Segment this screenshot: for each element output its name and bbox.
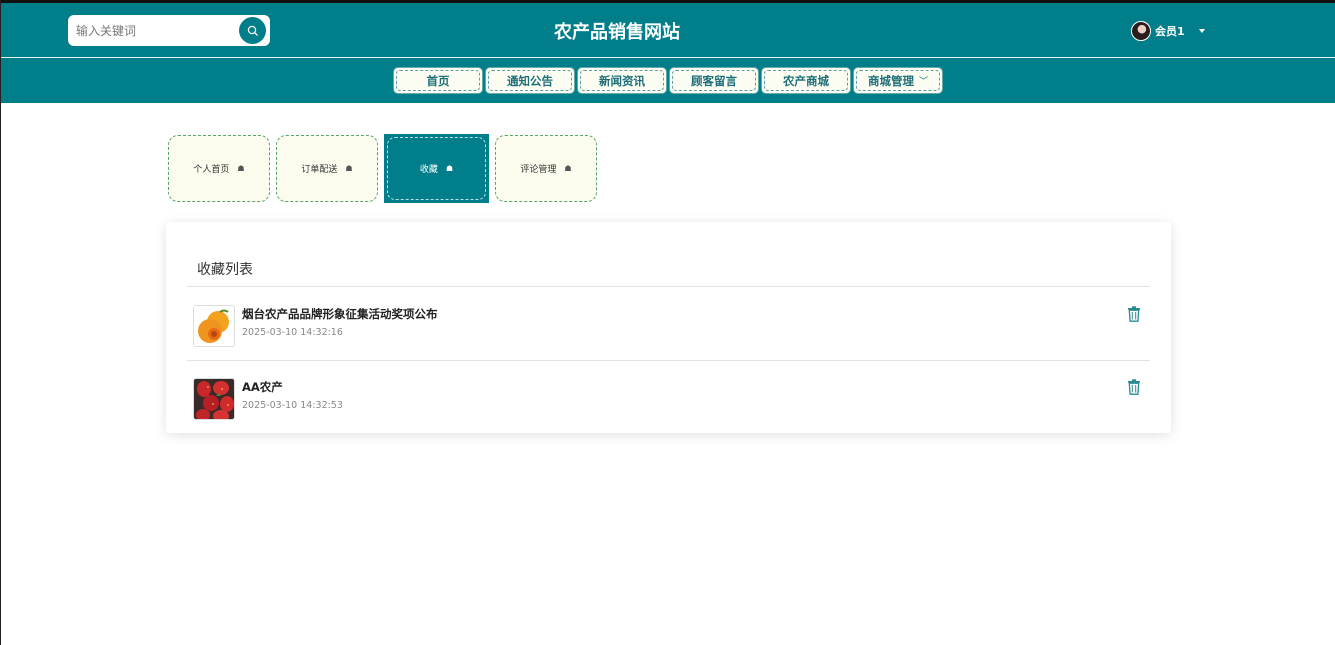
nav-item-label: 商城管理 xyxy=(867,73,914,88)
site-header: 农产品销售网站 会员1 xyxy=(1,3,1335,57)
divider xyxy=(187,360,1150,361)
tab-orders[interactable]: 订单配送 ☗ xyxy=(276,135,378,202)
list-item[interactable]: AA农产 2025-03-10 14:32:53 xyxy=(187,378,1150,442)
user-name[interactable]: 会员1 xyxy=(1155,23,1185,39)
favorite-time: 2025-03-10 14:32:16 xyxy=(242,327,343,338)
divider xyxy=(187,286,1150,287)
tab-comments[interactable]: 评论管理 ☗ xyxy=(495,135,597,202)
user-center-tabs: 个人首页 ☗ 订单配送 ☗ 收藏 ☗ 评论管理 ☗ xyxy=(168,134,603,203)
home-icon: ☗ xyxy=(345,164,353,173)
user-menu[interactable]: 会员1 xyxy=(1131,20,1205,42)
product-thumbnail[interactable] xyxy=(193,305,235,347)
favorite-name[interactable]: AA农产 xyxy=(242,379,283,395)
tab-label: 个人首页 xyxy=(193,165,230,175)
nav-item-label: 顾客留言 xyxy=(691,73,737,88)
nav-item-label: 新闻资讯 xyxy=(599,73,645,88)
nav-list: 首页 通知公告 新闻资讯 顾客留言 农产商城 商城管理 ﹀ xyxy=(393,67,945,94)
favorites-title: 收藏列表 xyxy=(197,262,253,278)
nav-item-notice[interactable]: 通知公告 xyxy=(485,67,575,94)
nav-item-shop-admin[interactable]: 商城管理 ﹀ xyxy=(853,67,943,94)
product-thumbnail[interactable] xyxy=(193,378,235,420)
tab-label: 订单配送 xyxy=(301,165,338,175)
main-navbar: 首页 通知公告 新闻资讯 顾客留言 农产商城 商城管理 ﹀ xyxy=(1,58,1335,103)
nav-item-label: 通知公告 xyxy=(507,73,553,88)
caret-down-icon[interactable] xyxy=(1198,29,1205,33)
apricot-image xyxy=(194,306,234,346)
tab-favorites[interactable]: 收藏 ☗ xyxy=(384,134,489,203)
nav-item-shop[interactable]: 农产商城 xyxy=(761,67,851,94)
strawberry-image xyxy=(194,379,234,419)
favorite-time: 2025-03-10 14:32:53 xyxy=(242,400,343,411)
nav-item-messages[interactable]: 顾客留言 xyxy=(669,67,759,94)
favorite-name[interactable]: 烟台农产品品牌形象征集活动奖项公布 xyxy=(242,306,438,322)
tab-profile[interactable]: 个人首页 ☗ xyxy=(168,135,270,202)
tab-label: 评论管理 xyxy=(520,165,557,175)
tab-label: 收藏 xyxy=(419,165,438,175)
home-icon: ☗ xyxy=(237,164,245,173)
avatar[interactable] xyxy=(1131,21,1151,41)
home-icon: ☗ xyxy=(445,164,454,173)
trash-icon[interactable] xyxy=(1127,306,1141,322)
site-title: 农产品销售网站 xyxy=(554,22,680,43)
chevron-down-icon: ﹀ xyxy=(918,77,928,87)
nav-item-label: 首页 xyxy=(426,73,450,88)
nav-item-home[interactable]: 首页 xyxy=(393,67,483,94)
home-icon: ☗ xyxy=(564,164,572,173)
trash-icon[interactable] xyxy=(1127,379,1141,395)
favorites-card: 收藏列表 烟台农产品品牌形象征集活动奖项公布 2025-03-10 14:32:… xyxy=(166,222,1171,433)
nav-item-label: 农产商城 xyxy=(783,73,829,88)
nav-item-news[interactable]: 新闻资讯 xyxy=(577,67,667,94)
